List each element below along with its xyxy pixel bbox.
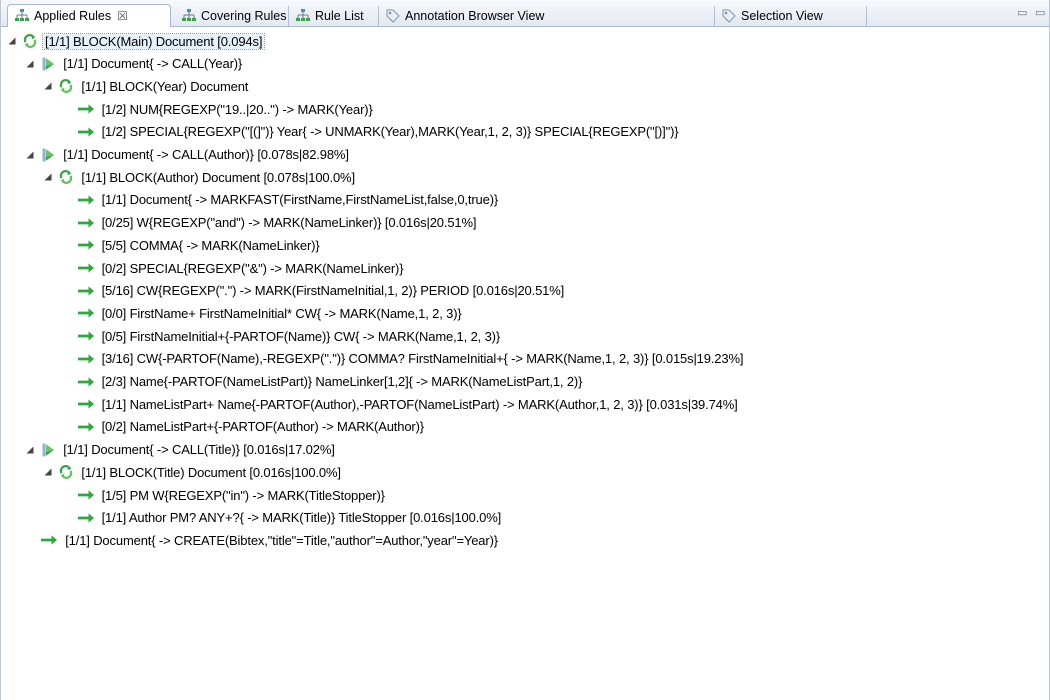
hierarchy-icon (14, 8, 30, 24)
tab-selection-view[interactable]: Selection View (715, 6, 867, 26)
expand-toggle-icon[interactable] (24, 58, 36, 70)
expand-toggle-icon[interactable] (6, 35, 18, 47)
tree-item-label: [1/1] Document{ -> CALL(Title)} [0.016s|… (63, 442, 335, 458)
rule-arrow-icon (77, 419, 95, 435)
block-row[interactable]: [1/1] BLOCK(Main) Document [0.094s] (6, 30, 266, 52)
tree-item-label: [1/1] BLOCK(Year) Document (81, 78, 249, 94)
call-play-icon (40, 56, 56, 72)
block-refresh-icon (22, 33, 38, 49)
rule-arrow-icon (77, 351, 95, 367)
tab-label: Rule List (315, 9, 364, 23)
rule-row[interactable]: [1/1] NameListPart+ Name{-PARTOF(Author)… (77, 393, 740, 415)
expand-toggle-icon[interactable] (42, 80, 54, 92)
tree-item-label: [1/2] SPECIAL{REGEXP("[(]")} Year{ -> UN… (101, 124, 679, 140)
rule-row[interactable]: [1/2] SPECIAL{REGEXP("[(]")} Year{ -> UN… (77, 121, 681, 143)
rule-arrow-icon (77, 328, 95, 344)
tree-item-label: [0/25] W{REGEXP("and") -> MARK(NameLinke… (101, 215, 477, 231)
minimize-icon[interactable]: ▭ (1017, 6, 1027, 20)
rule-arrow-icon (40, 532, 58, 548)
tree-item-label: [0/2] SPECIAL{REGEXP("&") -> MARK(NameLi… (101, 260, 404, 276)
tab-label: Selection View (741, 9, 823, 23)
rule-arrow-icon (77, 215, 95, 231)
rule-row[interactable]: [0/2] NameListPart+{-PARTOF(Author) -> M… (77, 416, 426, 438)
maximize-icon[interactable]: ▭ (1035, 6, 1045, 20)
rule-arrow-icon (77, 396, 95, 412)
hierarchy-icon (295, 8, 311, 24)
rule-row[interactable]: [1/1] Document{ -> CREATE(Bibtex,"title"… (40, 529, 500, 551)
block-row[interactable]: [1/1] BLOCK(Year) Document (42, 75, 250, 97)
rule-arrow-icon (77, 283, 95, 299)
rule-arrow-icon (77, 101, 95, 117)
rule-row[interactable]: [0/2] SPECIAL{REGEXP("&") -> MARK(NameLi… (77, 257, 406, 279)
expand-toggle-icon[interactable] (24, 444, 36, 456)
tree-item-label: [3/16] CW{-PARTOF(Name),-REGEXP(".")} CO… (101, 351, 744, 367)
applied-rules-view: Applied Rules ☒ Covering Rules Rule List… (0, 0, 1050, 700)
block-refresh-icon (58, 464, 74, 480)
rule-row[interactable]: [0/5] FirstNameInitial+{-PARTOF(Name)} C… (77, 325, 502, 347)
block-refresh-icon (58, 169, 74, 185)
call-play-icon (40, 147, 56, 163)
tab-annotation-browser-view[interactable]: Annotation Browser View (379, 6, 715, 26)
tree-item-label: [0/2] NameListPart+{-PARTOF(Author) -> M… (101, 419, 425, 435)
rule-arrow-icon (77, 260, 95, 276)
rule-tree: [1/1] BLOCK(Main) Document [0.094s] [1/1]… (1, 27, 1049, 700)
tag-icon (385, 8, 401, 24)
tab-label: Applied Rules (34, 9, 112, 23)
rule-row[interactable]: [5/16] CW{REGEXP(".") -> MARK(FirstNameI… (77, 280, 567, 302)
rule-row[interactable]: [1/5] PM W{REGEXP("in") -> MARK(TitleSto… (77, 484, 387, 506)
expand-toggle-icon[interactable] (24, 149, 36, 161)
rule-row[interactable]: [5/5] COMMA{ -> MARK(NameLinker)} (77, 234, 322, 256)
rule-arrow-icon (77, 192, 95, 208)
block-refresh-icon (58, 78, 74, 94)
tag-icon (721, 8, 737, 24)
tree-item-label: [1/5] PM W{REGEXP("in") -> MARK(TitleSto… (101, 487, 385, 503)
tree-item-label: [5/5] COMMA{ -> MARK(NameLinker)} (101, 237, 320, 253)
expand-toggle-icon[interactable] (42, 466, 54, 478)
tab-applied-rules[interactable]: Applied Rules ☒ (7, 4, 171, 27)
view-tab-bar: Applied Rules ☒ Covering Rules Rule List… (1, 0, 1049, 27)
tree-item-label: [1/1] Document{ -> CREATE(Bibtex,"title"… (65, 532, 498, 548)
rule-arrow-icon (77, 124, 95, 140)
tree-item-label: [1/1] Document{ -> CALL(Year)} (63, 56, 243, 72)
rule-arrow-icon (77, 487, 95, 503)
tree-item-label: [1/1] BLOCK(Title) Document [0.016s|100.… (81, 464, 341, 480)
rule-row[interactable]: [1/1] Author PM? ANY+?{ -> MARK(Title)} … (77, 507, 504, 529)
tree-item-label: [5/16] CW{REGEXP(".") -> MARK(FirstNameI… (101, 283, 565, 299)
call-row[interactable]: [1/1] Document{ -> CALL(Title)} [0.016s|… (24, 439, 337, 461)
expand-toggle-icon[interactable] (42, 171, 54, 183)
tab-label: Covering Rules (201, 9, 287, 23)
rule-arrow-icon (77, 237, 95, 253)
rule-row[interactable]: [0/25] W{REGEXP("and") -> MARK(NameLinke… (77, 212, 479, 234)
rule-arrow-icon (77, 510, 95, 526)
tree-item-label: [2/3] Name{-PARTOF(NameListPart)} NameLi… (101, 374, 583, 389)
tree-item-label: [1/1] Document{ -> CALL(Author)} [0.078s… (63, 147, 349, 162)
tree-item-label: [1/1] BLOCK(Author) Document [0.078s|100… (81, 169, 355, 185)
block-row[interactable]: [1/1] BLOCK(Title) Document [0.016s|100.… (42, 461, 342, 483)
tree-item-label: [1/1] Author PM? ANY+?{ -> MARK(Title)} … (101, 510, 502, 526)
call-row[interactable]: [1/1] Document{ -> CALL(Year)} (24, 53, 244, 75)
rule-arrow-icon (77, 305, 95, 321)
call-play-icon (40, 442, 56, 458)
rule-row[interactable]: [3/16] CW{-PARTOF(Name),-REGEXP(".")} CO… (77, 348, 746, 370)
tree-item-label: [0/0] FirstName+ FirstNameInitial* CW{ -… (101, 305, 462, 321)
tree-item-label: [0/5] FirstNameInitial+{-PARTOF(Name)} C… (101, 328, 501, 344)
hierarchy-icon (181, 8, 197, 24)
close-icon[interactable]: ☒ (117, 9, 128, 23)
rule-row[interactable]: [0/0] FirstName+ FirstNameInitial* CW{ -… (77, 302, 464, 324)
call-row[interactable]: [1/1] Document{ -> CALL(Author)} [0.078s… (24, 144, 351, 166)
tree-item-label: [1/1] BLOCK(Main) Document [0.094s] (41, 32, 266, 50)
tree-item-label: [1/1] NameListPart+ Name{-PARTOF(Author)… (101, 396, 738, 412)
tree-item-label: [1/1] Document{ -> MARKFAST(FirstName,Fi… (101, 192, 499, 208)
block-row[interactable]: [1/1] BLOCK(Author) Document [0.078s|100… (42, 166, 357, 188)
tab-covering-rules[interactable]: Covering Rules (175, 6, 289, 26)
tree-item-label: [1/2] NUM{REGEXP("19..|20..") -> MARK(Ye… (101, 101, 373, 117)
tab-rule-list[interactable]: Rule List (289, 6, 379, 26)
rule-row[interactable]: [1/1] Document{ -> MARKFAST(FirstName,Fi… (77, 189, 500, 211)
rule-row[interactable]: [2/3] Name{-PARTOF(NameListPart)} NameLi… (77, 371, 585, 393)
tab-label: Annotation Browser View (405, 9, 545, 23)
rule-row[interactable]: [1/2] NUM{REGEXP("19..|20..") -> MARK(Ye… (77, 98, 375, 120)
rule-arrow-icon (77, 374, 95, 390)
